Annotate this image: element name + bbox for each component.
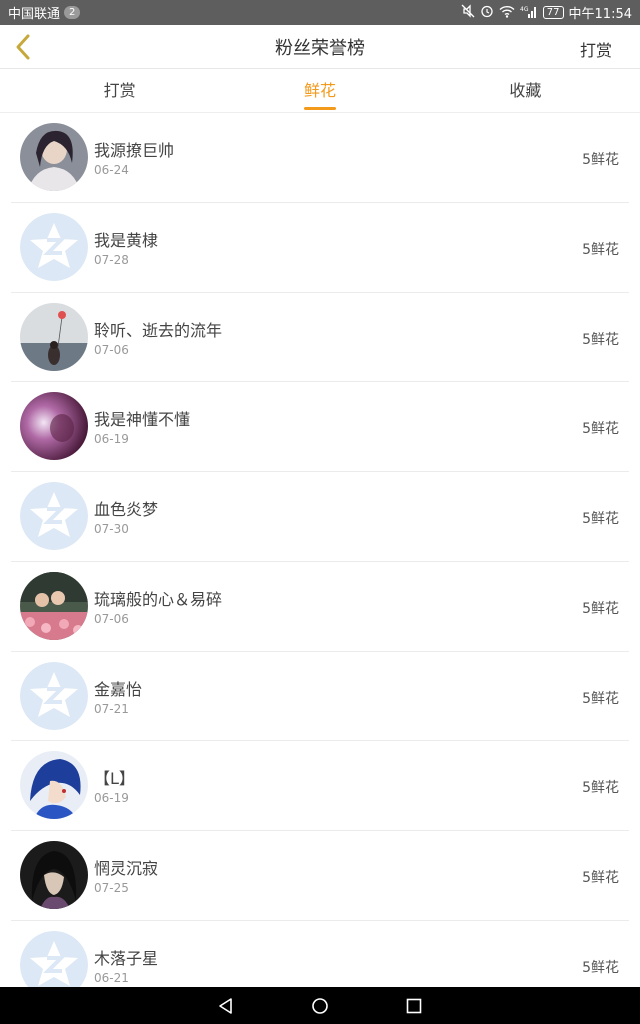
system-nav-bar — [0, 987, 640, 1024]
list-item[interactable]: 惘灵沉寂 07-25 5鲜花 — [11, 831, 629, 921]
default-avatar — [20, 482, 88, 550]
gift-count: 5鲜花 — [582, 690, 619, 707]
tip-button[interactable]: 打赏 — [580, 37, 612, 61]
fan-name: 我是神懂不懂 — [94, 410, 191, 430]
avatar — [20, 751, 88, 820]
gift-count: 5鲜花 — [582, 511, 619, 527]
list-item[interactable]: 【L】 06-19 5鲜花 — [11, 741, 629, 831]
signal-icon: 4G — [520, 5, 538, 21]
fan-date: 07-06 — [94, 342, 129, 357]
fan-name: 惘灵沉寂 — [94, 859, 159, 878]
chevron-left-icon — [16, 34, 30, 60]
status-icons: 4G 77 中午11:54 — [461, 3, 632, 22]
gift-count: 5鲜花 — [582, 959, 619, 976]
gift-count: 5鲜花 — [582, 331, 619, 348]
fan-date: 07-06 — [94, 611, 129, 626]
fan-date: 07-30 — [94, 522, 129, 536]
default-avatar — [20, 661, 88, 730]
list-item[interactable]: 我是黄棣 07-28 5鲜花 — [11, 203, 629, 293]
default-avatar — [20, 930, 88, 987]
carrier-group: 中国联通 2 — [8, 3, 81, 22]
list-item[interactable]: 木落子星 06-21 5鲜花 — [11, 921, 629, 987]
list-item[interactable]: 血色炎梦 07-30 5鲜花 — [11, 472, 629, 562]
list-item[interactable]: 我源撩巨帅 06-24 5鲜花 — [11, 113, 629, 203]
fan-date: 07-21 — [94, 701, 129, 716]
fan-date: 07-28 — [94, 252, 129, 267]
fan-date: 07-25 — [94, 881, 129, 895]
mute-icon — [461, 4, 475, 21]
app-header: 粉丝荣誉榜 打赏 — [0, 25, 640, 69]
carrier-name: 中国联通 — [8, 7, 61, 22]
nav-back-button[interactable] — [179, 987, 273, 1024]
fan-name: 【L】 — [94, 769, 135, 789]
back-button[interactable] — [8, 31, 38, 63]
avatar — [20, 571, 88, 640]
status-bar: 中国联通 2 4G 77 中午11:54 — [0, 0, 640, 25]
list-item[interactable]: 聆听、逝去的流年 07-06 5鲜花 — [11, 293, 629, 383]
fan-name: 我源撩巨帅 — [94, 141, 175, 160]
circle-home-icon — [312, 997, 328, 1014]
tab-favorites[interactable]: 收藏 — [419, 70, 632, 112]
avatar — [20, 123, 88, 191]
fan-date: 06-19 — [94, 432, 129, 447]
fan-name: 金嘉怡 — [94, 679, 143, 699]
fan-name: 血色炎梦 — [94, 500, 159, 519]
nav-recents-button[interactable] — [367, 987, 461, 1024]
gift-count: 5鲜花 — [582, 421, 619, 438]
gift-count: 5鲜花 — [582, 780, 619, 797]
list-item[interactable]: 琉璃般的心＆易碎 07-06 5鲜花 — [11, 562, 629, 652]
tab-bar: 打赏 鲜花 收藏 — [0, 70, 640, 113]
gift-count: 5鲜花 — [582, 870, 619, 886]
gift-count: 5鲜花 — [582, 241, 619, 258]
battery-level: 77 — [542, 6, 564, 19]
notification-count-badge: 2 — [64, 6, 81, 19]
default-avatar — [20, 212, 88, 281]
fan-date: 06-19 — [94, 791, 129, 806]
alarm-icon — [480, 4, 494, 21]
network-type-label: 4G — [520, 6, 529, 13]
avatar — [20, 841, 88, 909]
fan-date: 06-21 — [94, 970, 129, 985]
wifi-icon — [499, 5, 515, 21]
avatar — [20, 302, 88, 371]
fan-date: 06-24 — [94, 163, 129, 177]
nav-home-button[interactable] — [273, 987, 367, 1024]
fan-name: 聆听、逝去的流年 — [94, 320, 223, 340]
list-item[interactable]: 我是神懂不懂 06-19 5鲜花 — [11, 382, 629, 472]
triangle-back-icon — [219, 997, 232, 1014]
status-time: 中午11:54 — [568, 7, 632, 22]
fan-list: 我源撩巨帅 06-24 5鲜花 我是黄棣 07-28 5鲜花 聆听、逝去的流年 … — [0, 113, 640, 987]
fan-name: 琉璃般的心＆易碎 — [94, 589, 223, 609]
fan-name: 木落子星 — [94, 948, 159, 968]
list-item[interactable]: 金嘉怡 07-21 5鲜花 — [11, 652, 629, 742]
avatar — [20, 392, 88, 461]
tab-flowers[interactable]: 鲜花 — [213, 70, 426, 112]
page-title: 粉丝荣誉榜 — [275, 37, 365, 59]
fan-name: 我是黄棣 — [94, 230, 159, 250]
gift-count: 5鲜花 — [582, 152, 619, 168]
tab-tip[interactable]: 打赏 — [13, 70, 226, 112]
gift-count: 5鲜花 — [582, 600, 619, 617]
square-recents-icon — [406, 998, 422, 1013]
